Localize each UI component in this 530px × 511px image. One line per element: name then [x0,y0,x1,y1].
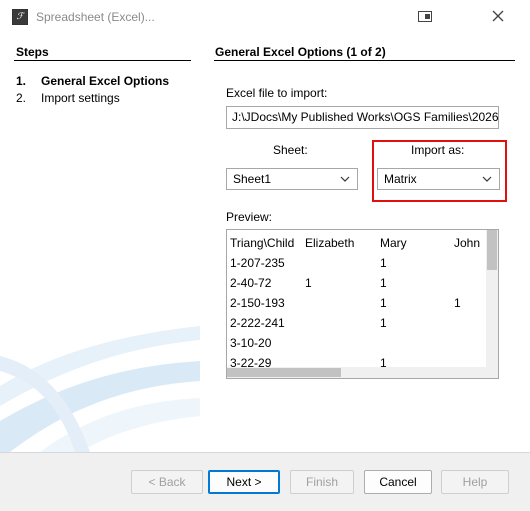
step-item-import-settings: 2. Import settings [16,91,120,105]
table-cell: 1 [380,316,387,330]
column-header: Mary [380,236,407,250]
window-title: Spreadsheet (Excel)... [36,10,155,24]
table-cell: 1 [380,296,387,310]
column-header: John [454,236,481,250]
vertical-scrollbar[interactable] [486,230,498,368]
step-label: General Excel Options [41,74,170,88]
scrollbar-corner [486,367,498,378]
heading-divider [214,60,515,61]
next-button[interactable]: Next > [208,470,280,494]
finish-button[interactable]: Finish [290,470,354,494]
horizontal-scrollbar[interactable] [227,367,487,378]
spreadsheet-app-icon: ℱ [12,9,28,25]
step-label: Import settings [41,91,120,105]
help-button[interactable]: Help [441,470,509,494]
close-icon[interactable] [490,8,506,24]
page-title: General Excel Options (1 of 2) [215,45,386,59]
sheet-dropdown[interactable]: Sheet1 [226,168,358,190]
title-bar: ℱ Spreadsheet (Excel)... [0,0,530,34]
button-bar: < Back Next > Finish Cancel Help [0,452,530,511]
sheet-label: Sheet: [273,143,308,157]
file-label: Excel file to import: [226,86,328,100]
table-cell: 1 [380,276,387,290]
sheet-selected-value: Sheet1 [233,172,272,186]
back-button[interactable]: < Back [131,470,203,494]
table-cell: 2-40-72 [230,276,272,290]
file-path-field[interactable]: J:\JDocs\My Published Works\OGS Families… [226,106,499,129]
steps-divider [14,60,191,61]
import-as-highlight-box [372,140,507,202]
table-row: 2-40-72 1 1 [227,272,487,292]
table-row: 3-10-20 [227,332,487,352]
table-cell: 1-207-235 [230,256,285,270]
column-header: Elizabeth [305,236,355,250]
table-row: 1-207-235 1 [227,252,487,272]
table-row: 2-150-193 1 1 [227,292,487,312]
step-number: 2. [16,91,27,105]
chevron-down-icon [340,176,350,182]
table-cell: 3-10-20 [230,336,272,350]
horizontal-scroll-thumb[interactable] [227,368,341,377]
table-header-row: Triang\Child Elizabeth Mary John [227,232,487,252]
step-item-general-excel-options: 1. General Excel Options [16,74,169,88]
decorative-swoosh-graphic [0,326,200,452]
table-row: 2-222-241 1 [227,312,487,332]
table-cell: 2-222-241 [230,316,285,330]
column-header: Triang\Child [230,236,295,250]
table-cell: 1 [454,296,461,310]
step-number: 1. [16,74,27,88]
table-cell: 2-150-193 [230,296,285,310]
steps-heading: Steps [16,45,49,59]
table-cell: 1 [305,276,312,290]
vertical-scroll-thumb[interactable] [487,230,497,270]
cancel-button[interactable]: Cancel [364,470,432,494]
steps-panel: Steps 1. General Excel Options 2. Import s… [0,34,200,452]
table-cell: 1 [380,256,387,270]
restore-window-icon[interactable] [418,11,432,22]
preview-label: Preview: [226,210,273,224]
preview-table[interactable]: Triang\Child Elizabeth Mary John 1-207-2… [226,229,499,379]
